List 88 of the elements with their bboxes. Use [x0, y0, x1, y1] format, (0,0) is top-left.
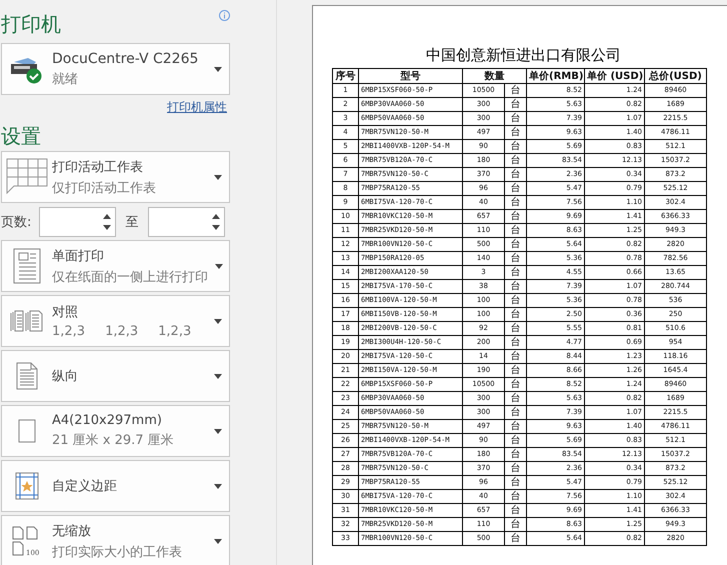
setting-description: 仅打印活动工作表	[52, 180, 157, 196]
setting-title: 纵向	[52, 368, 79, 385]
table-cell: 台	[504, 448, 526, 462]
table-cell: 台	[504, 532, 526, 546]
spin-down-icon[interactable]	[103, 225, 111, 230]
spin-up-icon[interactable]	[103, 214, 111, 219]
collate-order: 1,2,3	[158, 324, 192, 339]
setting-dropdown[interactable]: 对照 1,2,3 1,2,3 1,2,3	[1, 295, 230, 347]
blank-page-icon	[18, 419, 36, 443]
settings-heading: 设置	[1, 124, 41, 148]
setting-title: 自定义边距	[52, 478, 118, 495]
dropdown-caret-icon	[214, 374, 222, 378]
dropdown-caret-icon	[214, 538, 222, 544]
spreadsheet-icon	[6, 158, 48, 196]
page-number-field[interactable]	[39, 207, 116, 237]
printer-status: 就绪	[52, 70, 79, 88]
table-cell: 台	[504, 322, 526, 336]
pages-label: 页数:	[1, 214, 32, 231]
dropdown-caret-icon	[214, 66, 222, 72]
printer-name: DocuCentre-V C2265	[52, 50, 200, 66]
setting-title: 单面打印	[52, 248, 105, 264]
table-cell: 台	[504, 294, 526, 308]
column-header: 总价(USD)	[644, 68, 706, 84]
table-cell: 台	[504, 336, 526, 350]
table-cell: 台	[504, 266, 526, 280]
dropdown-caret-icon	[214, 264, 222, 268]
setting-dropdown[interactable]: 自定义边距	[1, 460, 230, 512]
table-cell: 台	[504, 98, 526, 112]
setting-title: 无缩放	[52, 522, 92, 540]
column-header: 数量	[462, 68, 526, 84]
company-title: 中国创意新恒进出口有限公司	[426, 46, 621, 65]
document-icon	[16, 362, 38, 390]
table-cell: 台	[504, 210, 526, 224]
table-cell: 台	[504, 476, 526, 490]
printer-dropdown[interactable]: DocuCentre-V C2265 就绪	[1, 43, 230, 95]
table-cell: 台	[504, 140, 526, 154]
column-header: 单价(RMB)	[526, 68, 584, 84]
table-cell: 台	[504, 462, 526, 476]
dropdown-caret-icon	[214, 174, 222, 180]
setting-dropdown[interactable]: 纵向	[1, 350, 230, 402]
table-cell: 台	[504, 238, 526, 252]
table-cell: 台	[504, 154, 526, 168]
printer-properties-link[interactable]: 打印机属性	[167, 99, 227, 116]
table-cell: 台	[504, 308, 526, 322]
setting-description: 打印实际大小的工作表	[52, 544, 183, 560]
collate-order: 1,2,3	[105, 324, 138, 339]
table-cell: 台	[504, 392, 526, 406]
table-cell: 台	[504, 350, 526, 364]
setting-title: 打印活动工作表	[52, 158, 144, 176]
table-cell: 台	[504, 112, 526, 126]
dropdown-caret-icon	[214, 428, 222, 434]
table-cell: 台	[504, 126, 526, 140]
margins-star-icon	[15, 472, 39, 500]
column-header: 型号	[358, 68, 462, 84]
document-icon	[13, 248, 41, 284]
setting-title: 对照	[52, 304, 79, 321]
dropdown-caret-icon	[214, 318, 222, 324]
table-cell: 台	[504, 518, 526, 532]
table-cell: 台	[504, 420, 526, 434]
table-cell: 台	[504, 84, 526, 98]
column-header: 单价 (USD)	[584, 68, 644, 84]
printer-heading: 打印机	[1, 12, 61, 36]
setting-dropdown[interactable]: A4(210x297mm) 21 厘米 x 29.7 厘米	[1, 405, 230, 457]
table-cell: 台	[504, 252, 526, 266]
table-cell: 台	[504, 196, 526, 210]
table-cell: 台	[504, 168, 526, 182]
table-cell: 台	[504, 434, 526, 448]
table-cell: 台	[504, 490, 526, 504]
table-cell: 台	[504, 406, 526, 420]
collate-order: 1,2,3	[52, 324, 86, 339]
column-header: 序号	[332, 68, 358, 84]
setting-dropdown[interactable]: 打印活动工作表 仅打印活动工作表	[1, 151, 230, 203]
table-cell: 台	[504, 504, 526, 518]
table-cell: 台	[504, 364, 526, 378]
table-cell: 台	[504, 280, 526, 294]
setting-dropdown[interactable]: 单面打印 仅在纸面的一侧上进行打印	[1, 240, 230, 292]
spin-down-icon[interactable]	[212, 225, 220, 230]
collated-pages-icon	[10, 310, 44, 332]
setting-description: 21 厘米 x 29.7 厘米	[52, 432, 175, 449]
page-number-field[interactable]	[148, 207, 225, 237]
spin-up-icon[interactable]	[212, 214, 220, 219]
table-cell: 台	[504, 182, 526, 196]
table-cell: 台	[504, 378, 526, 392]
to-label: 至	[124, 214, 140, 231]
dropdown-caret-icon	[214, 484, 222, 488]
setting-description: 仅在纸面的一侧上进行打印	[52, 268, 208, 286]
table-cell: 台	[504, 224, 526, 238]
setting-title: A4(210x297mm)	[52, 413, 163, 428]
